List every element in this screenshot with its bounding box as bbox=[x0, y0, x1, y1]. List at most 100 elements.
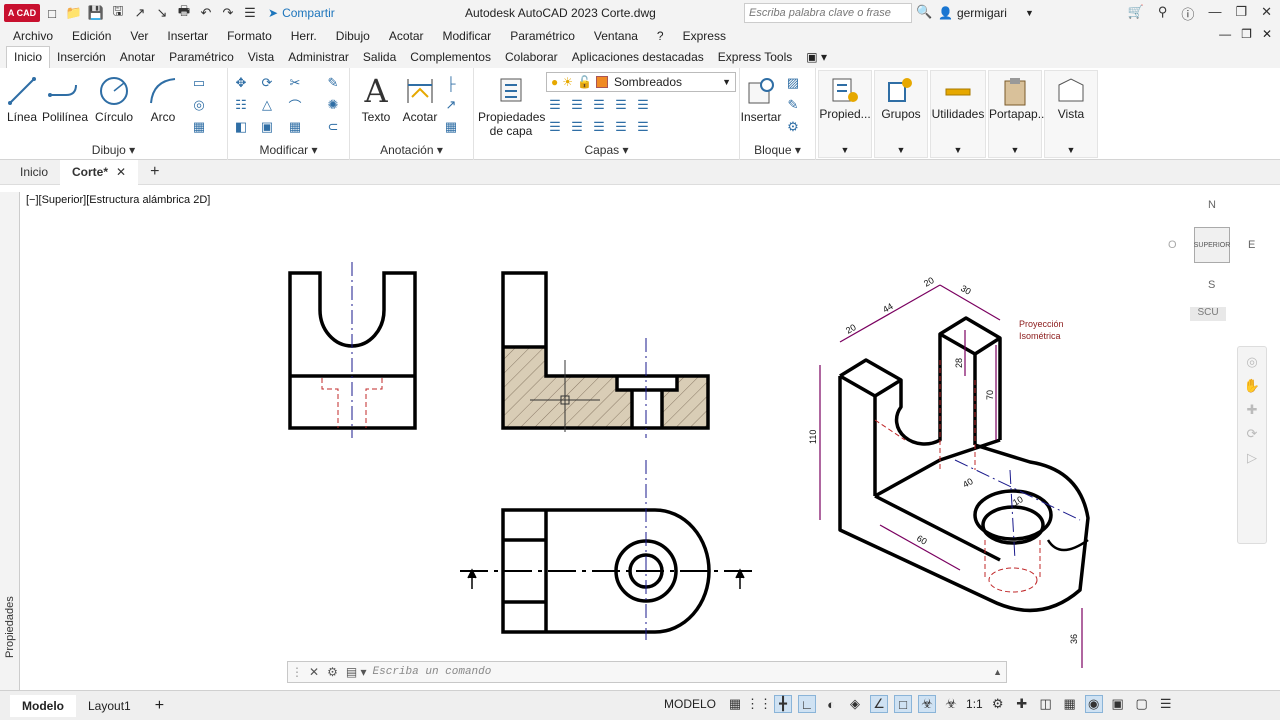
quick-properties-icon[interactable]: ▦ bbox=[1061, 695, 1079, 713]
hatch-icon[interactable]: ◎ bbox=[190, 96, 208, 114]
grid-icon[interactable]: ▦ bbox=[726, 695, 744, 713]
close-command-icon[interactable]: ✕ bbox=[309, 665, 319, 679]
rectangle-icon[interactable]: ▭ bbox=[190, 74, 208, 92]
layer-tool-icon-2[interactable]: ☰ bbox=[568, 96, 586, 114]
compass-east[interactable]: E bbox=[1248, 239, 1255, 251]
panel-title-dibujo[interactable]: Dibujo ▾ bbox=[0, 143, 227, 157]
tab-inicio[interactable]: Inicio bbox=[6, 46, 51, 68]
panel-title-capas[interactable]: Capas ▾ bbox=[474, 143, 739, 157]
layer-dropdown[interactable]: ● ☀ 🔓 Sombreados ▼ bbox=[546, 72, 736, 92]
tab-insercion[interactable]: Inserción bbox=[50, 47, 113, 68]
add-layout-icon[interactable]: + bbox=[143, 695, 176, 717]
properties-side-panel[interactable]: Propiedades bbox=[0, 192, 20, 690]
stretch-icon[interactable]: ◧ bbox=[232, 118, 250, 136]
file-tab-corte[interactable]: Corte* ✕ bbox=[60, 159, 139, 185]
panel-propiedades-collapsed[interactable]: Propied... ▼ bbox=[818, 70, 872, 158]
save-icon[interactable]: 💾 bbox=[86, 3, 106, 23]
text-tool[interactable]: A Texto bbox=[356, 72, 396, 124]
panel-portapapeles-collapsed[interactable]: Portapap... ▼ bbox=[988, 70, 1048, 158]
leader-icon[interactable]: ↗ bbox=[442, 96, 460, 114]
layer-tool-icon-1[interactable]: ☰ bbox=[546, 96, 564, 114]
scale-icon[interactable]: ▣ bbox=[258, 118, 276, 136]
annotation-monitor-icon[interactable]: ✚ bbox=[1013, 695, 1031, 713]
erase-icon[interactable]: ✎ bbox=[324, 74, 342, 92]
ortho-icon[interactable]: ∟ bbox=[798, 695, 817, 713]
layer-tool-icon-6[interactable]: ☰ bbox=[546, 118, 564, 136]
showmotion-icon[interactable]: ▷ bbox=[1243, 449, 1261, 467]
panel-title-anotacion[interactable]: Anotación ▾ bbox=[350, 143, 473, 157]
tab-salida[interactable]: Salida bbox=[356, 47, 403, 68]
polyline-tool[interactable]: Polilínea bbox=[42, 72, 88, 124]
workspace-icon[interactable]: ☰ bbox=[240, 3, 260, 23]
minimize-icon[interactable]: — bbox=[1208, 4, 1221, 23]
array-icon[interactable]: ▦ bbox=[286, 118, 304, 136]
panel-title-bloque[interactable]: Bloque ▾ bbox=[740, 143, 815, 157]
cart-icon[interactable]: 🛒 bbox=[1128, 4, 1144, 23]
dimension-tool[interactable]: Acotar bbox=[400, 72, 440, 124]
layer-tool-icon-7[interactable]: ☰ bbox=[568, 118, 586, 136]
dynamic-input-icon[interactable]: ╋ bbox=[774, 695, 793, 713]
rotate-icon[interactable]: ⟳ bbox=[258, 74, 276, 92]
search-icon[interactable]: 🔍 bbox=[916, 4, 932, 20]
snap-mode-icon[interactable]: ⋮⋮ bbox=[746, 695, 772, 713]
clean-screen-icon[interactable]: ▢ bbox=[1133, 695, 1151, 713]
tab-colaborar[interactable]: Colaborar bbox=[498, 47, 565, 68]
plot-icon[interactable]: 🖶 bbox=[174, 3, 194, 23]
panel-utilidades-collapsed[interactable]: Utilidades ▼ bbox=[930, 70, 986, 158]
auto-scale-icon[interactable]: ☣ bbox=[942, 695, 960, 713]
doc-close-icon[interactable]: ✕ bbox=[1262, 27, 1272, 41]
panel-vista-collapsed[interactable]: Vista ▼ bbox=[1044, 70, 1098, 158]
compass-south[interactable]: S bbox=[1208, 279, 1215, 291]
viewport-controls-label[interactable]: [−][Superior][Estructura alámbrica 2D] bbox=[26, 194, 210, 206]
tab-aplicaciones[interactable]: Aplicaciones destacadas bbox=[565, 47, 711, 68]
panel-title-modificar[interactable]: Modificar ▾ bbox=[228, 143, 349, 157]
share-button[interactable]: ➤ Compartir bbox=[268, 6, 335, 20]
move-icon[interactable]: ✥ bbox=[232, 74, 250, 92]
undo-icon[interactable]: ↶ bbox=[196, 3, 216, 23]
drawing-canvas[interactable]: 20 44 20 30 28 70 110 60 40 10 36 Proyec… bbox=[21, 192, 1280, 690]
layer-tool-icon-4[interactable]: ☰ bbox=[612, 96, 630, 114]
annotation-visibility-icon[interactable]: ☣ bbox=[918, 695, 937, 713]
line-tool[interactable]: Línea bbox=[4, 72, 40, 124]
tab-express-tools[interactable]: Express Tools bbox=[711, 47, 799, 68]
workspace-gear-icon[interactable]: ⚙ bbox=[989, 695, 1007, 713]
explode-icon[interactable]: ✺ bbox=[324, 96, 342, 114]
tab-administrar[interactable]: Administrar bbox=[281, 47, 356, 68]
zoom-icon[interactable]: ✚ bbox=[1243, 401, 1261, 419]
user-account[interactable]: 👤 germigari ▼ bbox=[938, 6, 1034, 20]
doc-restore-icon[interactable]: ❐ bbox=[1241, 27, 1252, 41]
customize-wrench-icon[interactable]: ⚙ bbox=[327, 665, 338, 679]
compass-west[interactable]: O bbox=[1168, 239, 1177, 251]
copy-icon[interactable]: ☷ bbox=[232, 96, 250, 114]
viewcube[interactable]: N O E S SUPERIOR SCU bbox=[1160, 195, 1270, 325]
object-snap-icon[interactable]: □ bbox=[894, 695, 913, 713]
command-history-icon[interactable]: ▲ bbox=[993, 667, 1002, 677]
offset-icon[interactable]: ⊂ bbox=[324, 118, 342, 136]
circle-tool[interactable]: Círculo bbox=[94, 72, 134, 124]
units-icon[interactable]: ◫ bbox=[1037, 695, 1055, 713]
panel-grupos-collapsed[interactable]: Grupos ▼ bbox=[874, 70, 928, 158]
insert-block-tool[interactable]: Insertar bbox=[740, 72, 782, 124]
menu-parametrico[interactable]: Paramétrico bbox=[510, 29, 575, 43]
model-space-button[interactable]: MODELO bbox=[664, 697, 716, 711]
open-web-icon[interactable]: ↗ bbox=[130, 3, 150, 23]
tab-parametrico[interactable]: Paramétrico bbox=[162, 47, 241, 68]
tab-anotar[interactable]: Anotar bbox=[113, 47, 162, 68]
restore-icon[interactable]: ❐ bbox=[1235, 4, 1247, 23]
viewcube-face-top[interactable]: SUPERIOR bbox=[1194, 227, 1230, 263]
close-tab-icon[interactable]: ✕ bbox=[116, 165, 126, 179]
menu-formato[interactable]: Formato bbox=[227, 29, 272, 43]
menu-express[interactable]: Express bbox=[683, 29, 726, 43]
trim-icon[interactable]: ✂ bbox=[286, 74, 304, 92]
compass-north[interactable]: N bbox=[1208, 199, 1216, 211]
polar-tracking-icon[interactable]: ◐ bbox=[822, 695, 840, 713]
command-prompt-icon[interactable]: ▤ ▾ bbox=[346, 665, 367, 679]
ucs-menu[interactable]: SCU bbox=[1190, 307, 1226, 321]
tab-vista[interactable]: Vista bbox=[241, 47, 281, 68]
layer-tool-icon-8[interactable]: ☰ bbox=[590, 118, 608, 136]
mirror-icon[interactable]: △ bbox=[258, 96, 276, 114]
annotation-scale[interactable]: 1:1 bbox=[966, 697, 983, 711]
menu-ver[interactable]: Ver bbox=[130, 29, 148, 43]
close-icon[interactable]: ✕ bbox=[1261, 4, 1272, 23]
create-block-icon[interactable]: ▨ bbox=[784, 74, 802, 92]
